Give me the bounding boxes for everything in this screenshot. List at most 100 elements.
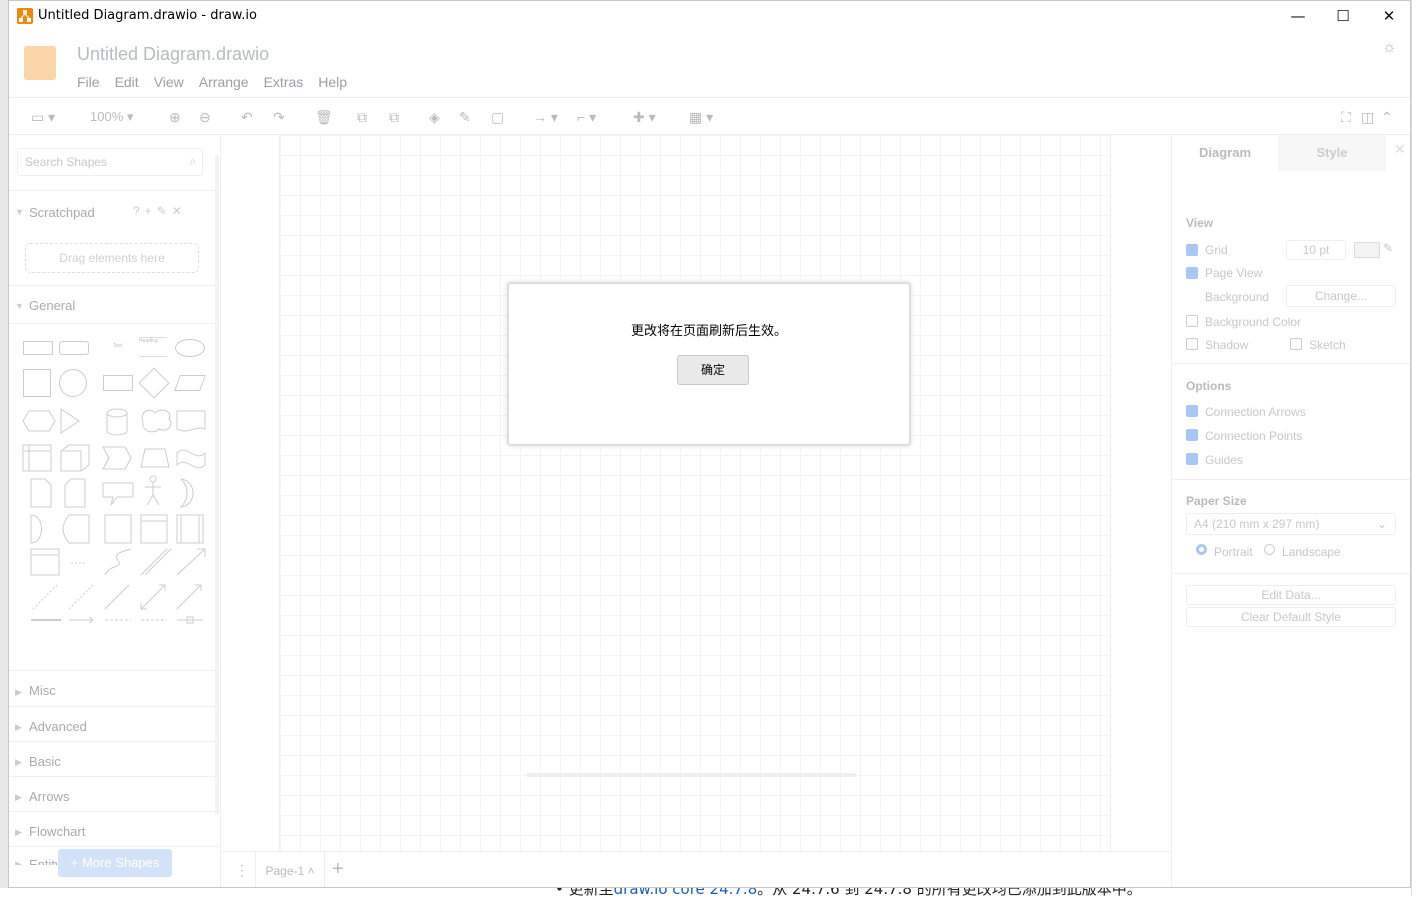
chevron-down-icon: ▼ xyxy=(15,207,24,217)
zoom-out-icon[interactable]: ⊖ xyxy=(199,98,211,136)
search-shapes-input[interactable]: Search Shapes ⌕ xyxy=(17,148,203,176)
chevron-down-icon: ⌄ xyxy=(1376,517,1387,531)
eyedropper-icon[interactable]: ✎ xyxy=(1383,241,1393,255)
divider xyxy=(9,670,220,671)
shadow-icon[interactable]: ▢ xyxy=(491,98,504,136)
insert-icon[interactable]: ✚ ▾ xyxy=(633,98,656,136)
menu-help[interactable]: Help xyxy=(318,74,347,90)
drawio-app-icon xyxy=(17,8,33,24)
scratchpad-actions[interactable]: ?+✎✕ xyxy=(133,204,187,218)
maximize-button[interactable]: ☐ xyxy=(1320,1,1366,31)
general-shapes-palette: Text Heading xyxy=(21,333,213,625)
menu-file[interactable]: File xyxy=(77,74,100,90)
ok-button[interactable]: 确定 xyxy=(677,355,749,385)
process-shape[interactable] xyxy=(103,375,133,391)
divider xyxy=(1172,573,1410,574)
change-background-button[interactable]: Change... xyxy=(1286,285,1396,307)
search-placeholder: Search Shapes xyxy=(25,155,108,169)
scratchpad-drop-zone[interactable]: Drag elements here xyxy=(25,243,199,273)
table-icon[interactable]: ▦ ▾ xyxy=(689,98,713,136)
shadow-label: Shadow xyxy=(1205,338,1249,352)
sketch-checkbox[interactable] xyxy=(1290,338,1302,350)
square-shape[interactable] xyxy=(23,369,51,397)
guides-checkbox[interactable] xyxy=(1186,453,1198,465)
general-section-title[interactable]: General xyxy=(29,298,75,313)
page-view-label: Page View xyxy=(1205,266,1263,280)
clear-default-style-button[interactable]: Clear Default Style xyxy=(1186,607,1396,627)
delete-icon[interactable]: 🗑 xyxy=(315,98,333,136)
section-misc[interactable]: Misc xyxy=(29,683,56,698)
to-back-icon[interactable]: ⧉ xyxy=(389,98,399,136)
connection-points-checkbox[interactable] xyxy=(1186,429,1198,441)
menu-edit[interactable]: Edit xyxy=(115,74,139,90)
page-view-checkbox[interactable] xyxy=(1186,267,1198,279)
to-front-icon[interactable]: ⧉ xyxy=(357,98,367,136)
parallelogram-shape[interactable] xyxy=(174,375,206,391)
section-basic[interactable]: Basic xyxy=(29,754,61,769)
more-shapes-button[interactable]: + More Shapes xyxy=(58,849,172,877)
page-tab[interactable]: Page-1 ˄ xyxy=(255,852,325,887)
minimize-button[interactable]: — xyxy=(1275,1,1321,31)
portrait-radio[interactable] xyxy=(1196,544,1207,555)
connector-line-shapes-icon[interactable] xyxy=(21,615,213,625)
diamond-shape[interactable] xyxy=(138,367,170,399)
section-arrows[interactable]: Arrows xyxy=(29,789,69,804)
background-color-checkbox[interactable] xyxy=(1186,315,1198,327)
zoom-dropdown[interactable]: 100% ▾ xyxy=(90,98,133,136)
menu-arrange[interactable]: Arrange xyxy=(199,74,249,90)
options-heading: Options xyxy=(1186,379,1232,393)
more-general-shapes-icon[interactable] xyxy=(21,403,213,619)
fullscreen-icon[interactable]: ⛶ xyxy=(1341,98,1351,136)
undo-icon[interactable]: ↶ xyxy=(241,98,253,136)
fill-color-icon[interactable]: ◈ xyxy=(429,98,440,136)
sun-icon[interactable]: ☼ xyxy=(1382,39,1397,57)
textbox-shape[interactable]: Heading xyxy=(139,337,167,357)
landscape-radio[interactable] xyxy=(1264,544,1275,555)
menu-view[interactable]: View xyxy=(154,74,184,90)
circle-shape[interactable] xyxy=(59,369,87,397)
document-title[interactable]: Untitled Diagram.drawio xyxy=(77,44,269,65)
grid-size-input[interactable]: 10 pt xyxy=(1286,240,1346,260)
title-bar[interactable]: Untitled Diagram.drawio - draw.io — ☐ ✕ xyxy=(9,1,1410,31)
waypoints-icon[interactable]: ⌐ ▾ xyxy=(577,98,596,136)
sidebar-scrollbar[interactable] xyxy=(215,155,219,815)
canvas-horizontal-scrollbar[interactable] xyxy=(526,773,856,777)
paper-size-select[interactable]: A4 (210 mm x 297 mm) ⌄ xyxy=(1186,513,1396,535)
page-bar: ⋮ Page-1 ˄ + xyxy=(221,851,1171,887)
drawio-logo xyxy=(24,46,56,80)
section-advanced[interactable]: Advanced xyxy=(29,719,87,734)
search-icon[interactable]: ⌕ xyxy=(189,154,196,169)
divider xyxy=(9,741,220,742)
menu-extras[interactable]: Extras xyxy=(264,74,304,90)
zoom-in-icon[interactable]: ⊕ xyxy=(169,98,181,136)
shadow-checkbox[interactable] xyxy=(1186,338,1198,350)
toolbar: ▭ ▾ 100% ▾ ⊕ ⊖ ↶ ↷ 🗑 ⧉ ⧉ ◈ ✎ ▢ → ▾ ⌐ ▾ ✚… xyxy=(9,97,1410,136)
diagram-canvas[interactable] xyxy=(221,135,1171,851)
ellipse-shape[interactable] xyxy=(175,339,205,357)
close-button[interactable]: ✕ xyxy=(1366,1,1410,31)
pages-menu-icon[interactable]: ⋮ xyxy=(235,862,249,879)
collapse-icon[interactable]: ⌃ xyxy=(1381,98,1393,136)
background-color-label: Background Color xyxy=(1205,315,1302,329)
rounded-rectangle-shape[interactable] xyxy=(59,341,89,355)
connection-icon[interactable]: → ▾ xyxy=(533,98,558,136)
grid-checkbox[interactable] xyxy=(1186,244,1198,256)
line-color-icon[interactable]: ✎ xyxy=(459,98,471,136)
connection-arrows-checkbox[interactable] xyxy=(1186,405,1198,417)
format-panel-icon[interactable]: ◫ xyxy=(1361,98,1374,136)
edit-data-button[interactable]: Edit Data... xyxy=(1186,585,1396,605)
diagram-page[interactable] xyxy=(279,135,1111,851)
divider xyxy=(1172,363,1410,364)
text-shape[interactable]: Text xyxy=(113,343,122,349)
scratchpad-title[interactable]: Scratchpad xyxy=(29,205,95,220)
tab-style[interactable]: Style xyxy=(1278,135,1386,171)
add-page-icon[interactable]: + xyxy=(332,858,344,881)
section-flowchart[interactable]: Flowchart xyxy=(29,824,85,839)
tab-diagram[interactable]: Diagram xyxy=(1172,135,1278,171)
background-app-right-edge xyxy=(1411,0,1419,896)
close-icon[interactable]: ✕ xyxy=(1394,141,1406,158)
grid-color-swatch[interactable] xyxy=(1354,242,1380,258)
rectangle-shape[interactable] xyxy=(23,341,53,355)
redo-icon[interactable]: ↷ xyxy=(273,98,285,136)
view-panels-icon[interactable]: ▭ ▾ xyxy=(31,98,55,136)
